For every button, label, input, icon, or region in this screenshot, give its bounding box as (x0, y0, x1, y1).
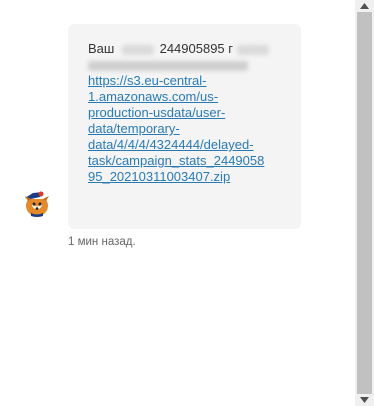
message-first-line: Ваш 244905895 г (88, 41, 291, 57)
message-bubble: Ваш 244905895 г https://s3.eu-central- 1… (68, 24, 301, 229)
message-prefix: Ваш (88, 41, 115, 56)
scroll-down-icon (360, 397, 369, 403)
message-redacted-line (88, 57, 291, 73)
redacted-text (88, 60, 248, 71)
scrollbar-thumb[interactable] (357, 12, 372, 394)
download-link-line-6[interactable]: task/campaign_stats_2449058 (88, 153, 291, 169)
redacted-text (121, 44, 154, 55)
scrollbar[interactable] (355, 0, 374, 406)
scroll-up-button[interactable] (355, 0, 374, 12)
redacted-text (236, 44, 269, 55)
message-group: Ваш 244905895 г https://s3.eu-central- 1… (0, 0, 355, 406)
download-link-line-5[interactable]: data/4/4/4/4324444/delayed- (88, 137, 291, 153)
download-link-line-3[interactable]: production-usdata/user- (88, 105, 291, 121)
download-link-line-1[interactable]: https://s3.eu-central- (88, 73, 291, 89)
download-link-line-2[interactable]: 1.amazonaws.com/us- (88, 89, 291, 105)
download-link-line-4[interactable]: data/temporary- (88, 121, 291, 137)
chat-pane: Ваш 244905895 г https://s3.eu-central- 1… (0, 0, 355, 406)
message-number: 244905895 г (159, 41, 234, 56)
scroll-up-icon (360, 3, 369, 9)
fox-mascot-icon (25, 191, 49, 217)
download-link-line-7[interactable]: 95_20210311003407.zip (88, 169, 291, 185)
scroll-down-button[interactable] (355, 394, 374, 406)
message-timestamp: 1 мин назад. (68, 236, 136, 248)
avatar (21, 189, 55, 219)
